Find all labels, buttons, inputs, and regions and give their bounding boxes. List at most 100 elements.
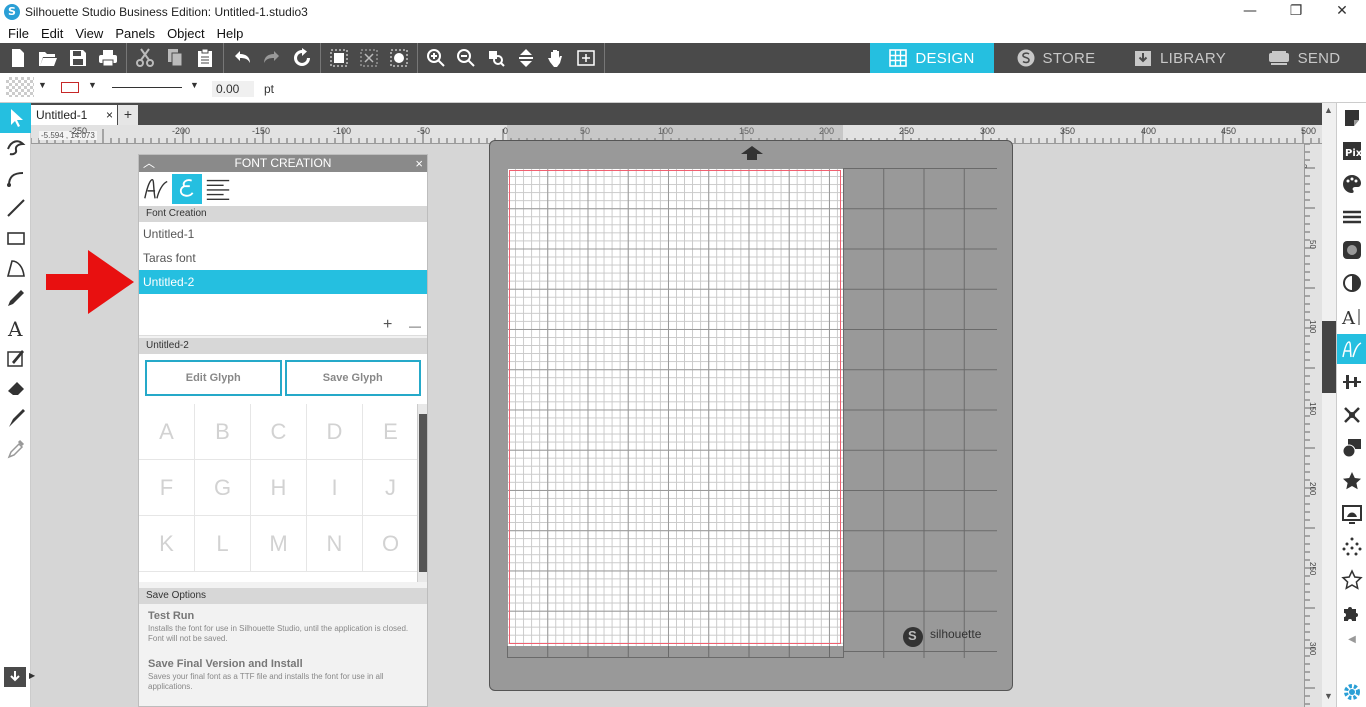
glyph-cell[interactable]: L — [195, 516, 251, 572]
fill-dropdown-icon[interactable]: ▼ — [38, 80, 47, 90]
line-tool-icon[interactable] — [0, 193, 31, 223]
add-font-button[interactable]: + — [383, 316, 392, 334]
print-icon[interactable] — [93, 43, 123, 73]
line-style-dropdown-icon[interactable]: ▼ — [190, 80, 199, 90]
glyph-cell[interactable]: J — [363, 460, 419, 516]
scroll-up-arrow-icon[interactable]: ▲ — [1324, 105, 1333, 115]
fill-palette-icon[interactable] — [1337, 169, 1366, 199]
tab-store[interactable]: STORE — [994, 43, 1118, 73]
new-file-icon[interactable] — [3, 43, 33, 73]
deselect-icon[interactable] — [354, 43, 384, 73]
glyph-cell[interactable]: I — [307, 460, 363, 516]
glyph-scrollbar-thumb[interactable] — [419, 414, 427, 572]
eraser-tool-icon[interactable] — [0, 373, 31, 403]
zoom-in-icon[interactable] — [421, 43, 451, 73]
glyph-cell[interactable]: O — [363, 516, 419, 572]
line-width-input[interactable]: 0.00 — [212, 81, 254, 97]
zoom-to-fit-icon[interactable] — [571, 43, 601, 73]
page-setup-icon[interactable] — [1337, 103, 1366, 133]
copy-icon[interactable] — [160, 43, 190, 73]
text-style-icon[interactable]: A — [1337, 301, 1366, 331]
font-list-item[interactable]: Untitled-1 — [139, 222, 427, 246]
cut-icon[interactable] — [130, 43, 160, 73]
favorites-star-icon[interactable] — [1337, 466, 1366, 496]
menu-help[interactable]: Help — [211, 26, 250, 41]
scroll-down-arrow-icon[interactable]: ▼ — [1324, 691, 1333, 701]
line-color-dropdown-icon[interactable]: ▼ — [88, 80, 97, 90]
sketch-star-icon[interactable] — [1337, 565, 1366, 595]
library-quick-icon[interactable] — [4, 667, 26, 687]
glyph-cell[interactable]: C — [251, 404, 307, 460]
shadow-icon[interactable] — [1337, 268, 1366, 298]
tab-untitled-1[interactable]: Untitled-1 × — [31, 105, 117, 125]
add-document-button[interactable]: + — [118, 105, 138, 125]
save-icon[interactable] — [63, 43, 93, 73]
pan-hand-icon[interactable] — [541, 43, 571, 73]
tab-send[interactable]: SEND — [1242, 43, 1366, 73]
sketch-tool-icon[interactable] — [0, 343, 31, 373]
font-creation-icon[interactable] — [1337, 334, 1366, 364]
library-quick-access[interactable]: ▶ — [0, 659, 40, 697]
glyph-cell[interactable]: F — [139, 460, 195, 516]
menu-edit[interactable]: Edit — [35, 26, 69, 41]
font-glyph-tab-icon[interactable] — [141, 174, 171, 204]
line-style-preview[interactable] — [112, 87, 182, 88]
polygon-tool-icon[interactable] — [0, 253, 31, 283]
redo-icon[interactable] — [257, 43, 287, 73]
menu-view[interactable]: View — [69, 26, 109, 41]
transform-icon[interactable] — [1337, 400, 1366, 430]
open-folder-icon[interactable] — [33, 43, 63, 73]
trace-icon[interactable] — [1337, 499, 1366, 529]
fill-pattern-icon[interactable] — [1337, 235, 1366, 265]
glyph-cell[interactable]: E — [363, 404, 419, 460]
edit-glyph-button[interactable]: Edit Glyph — [145, 360, 282, 396]
font-spacing-tab-icon[interactable] — [203, 174, 233, 204]
fill-color-swatch[interactable] — [6, 77, 34, 97]
final-install-title[interactable]: Save Final Version and Install — [148, 658, 418, 670]
close-button[interactable]: ✕ — [1319, 0, 1365, 23]
glyph-cell[interactable]: M — [251, 516, 307, 572]
doc-tab-close-icon[interactable]: × — [106, 105, 113, 125]
glyph-scrollbar[interactable] — [417, 404, 427, 582]
text-tool-icon[interactable]: A — [0, 313, 31, 343]
test-run-option[interactable]: Test Run Installs the font for use in Si… — [139, 604, 427, 644]
rectangle-tool-icon[interactable] — [0, 223, 31, 253]
select-tool-icon[interactable] — [0, 103, 31, 133]
paste-icon[interactable] — [190, 43, 220, 73]
remove-font-button[interactable]: — — [409, 319, 421, 333]
undo-icon[interactable] — [227, 43, 257, 73]
zoom-select-icon[interactable] — [481, 43, 511, 73]
font-style-tab-icon[interactable] — [172, 174, 202, 204]
zoom-out-icon[interactable] — [451, 43, 481, 73]
scrollbar-thumb[interactable] — [1322, 321, 1336, 393]
align-icon[interactable] — [1337, 367, 1366, 397]
test-run-title[interactable]: Test Run — [148, 610, 418, 622]
menu-file[interactable]: File — [2, 26, 35, 41]
settings-gear-icon[interactable] — [1337, 677, 1366, 707]
point-edit-tool-icon[interactable] — [0, 133, 31, 163]
minimize-button[interactable]: — — [1227, 0, 1273, 23]
glyph-cell[interactable]: N — [307, 516, 363, 572]
knife-tool-icon[interactable] — [0, 403, 31, 433]
final-install-option[interactable]: Save Final Version and Install Saves you… — [139, 644, 427, 692]
menu-object[interactable]: Object — [161, 26, 211, 41]
save-glyph-button[interactable]: Save Glyph — [284, 360, 421, 396]
glyph-cell[interactable]: B — [195, 404, 251, 460]
menu-panels[interactable]: Panels — [109, 26, 161, 41]
line-style-icon[interactable] — [1337, 202, 1366, 232]
eyedropper-tool-icon[interactable] — [0, 433, 31, 463]
tab-design[interactable]: DESIGN — [870, 43, 994, 73]
glyph-cell[interactable]: H — [251, 460, 307, 516]
collapse-panel-icon[interactable]: ︿ — [143, 155, 155, 172]
glyph-cell[interactable]: A — [139, 404, 195, 460]
glyph-cell[interactable]: D — [307, 404, 363, 460]
curve-tool-icon[interactable] — [0, 163, 31, 193]
glyph-cell[interactable]: K — [139, 516, 195, 572]
select-all-icon[interactable] — [324, 43, 354, 73]
vertical-scrollbar[interactable]: ▲ ▼ — [1322, 103, 1336, 707]
font-list-item[interactable]: Taras font — [139, 246, 427, 270]
offset-dots-icon[interactable] — [1337, 532, 1366, 562]
redraw-icon[interactable] — [287, 43, 317, 73]
expand-arrow-icon[interactable]: ▶ — [29, 671, 35, 680]
fit-to-page-icon[interactable] — [511, 43, 541, 73]
